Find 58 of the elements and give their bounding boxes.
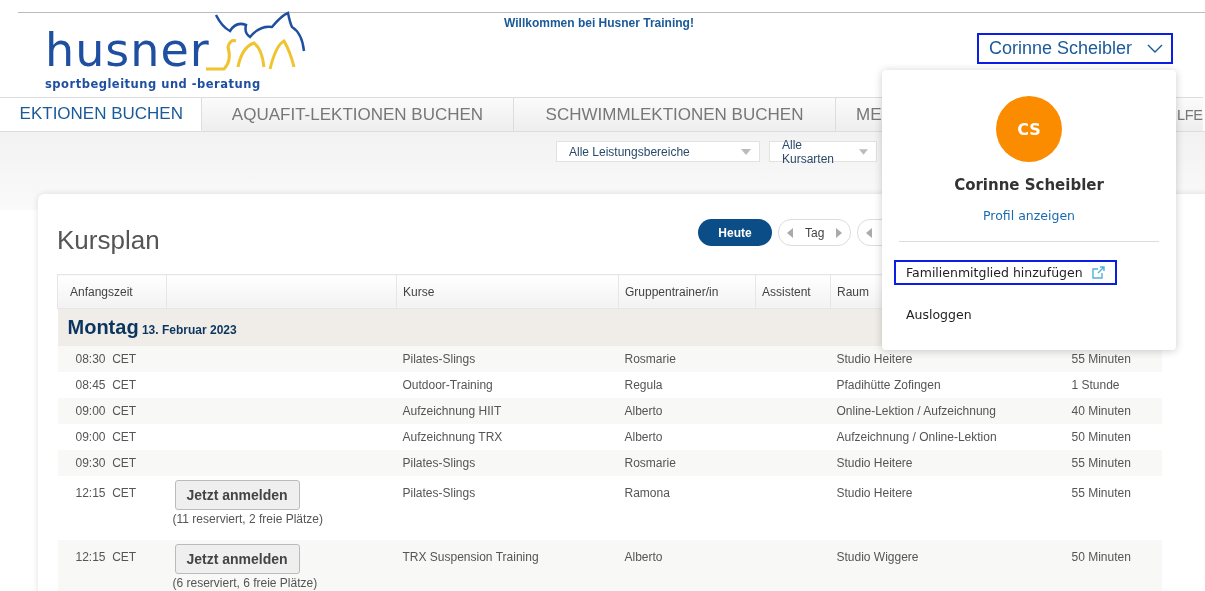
table-cell: 08:30 CET <box>57 346 167 372</box>
table-cell: TRX Suspension Training <box>396 540 619 591</box>
table-cell: 08:45 CET <box>57 372 167 398</box>
user-name: Corinne Scheibler <box>954 176 1104 194</box>
column-header: Gruppentrainer/in <box>618 274 756 309</box>
page-title: Kursplan <box>57 224 160 256</box>
table-cell: Aufzeichnung HIIT <box>396 398 619 424</box>
table-cell: 12:15 CET <box>57 540 167 591</box>
availability-note: (11 reserviert, 2 freie Plätze) <box>172 512 324 526</box>
table-cell: Pilates-Slings <box>396 450 619 476</box>
table-cell: Aufzeichnung TRX <box>396 424 619 450</box>
table-cell: Aufzeichnung / Online-Lektion <box>830 424 1066 450</box>
column-header: Anfangszeit <box>57 274 167 309</box>
user-menu-button[interactable]: Corinne Scheibler <box>977 33 1173 64</box>
nav-tab[interactable]: SCHWIMMLEKTIONEN BUCHEN <box>514 97 836 131</box>
logo-tagline: sportbegleitung und -beratung <box>45 77 262 91</box>
table-cell: 40 Minuten <box>1065 398 1162 424</box>
table-cell: Online-Lektion / Aufzeichnung <box>830 398 1066 424</box>
today-button[interactable]: Heute <box>698 219 772 246</box>
menu-item[interactable]: Familienmitglied hinzufügen <box>894 260 1117 285</box>
table-cell: Ramona <box>618 476 756 540</box>
column-header: Assistent <box>755 274 831 309</box>
nav-tab[interactable]: LFE <box>1174 97 1203 131</box>
book-button[interactable]: Jetzt anmelden <box>174 544 300 574</box>
table-cell: Studio Heitere <box>830 476 1066 540</box>
nav-tab[interactable]: AQUAFIT-LEKTIONEN BUCHEN <box>202 97 514 131</box>
table-cell: 12:15 CET <box>57 476 167 540</box>
table-cell: Regula <box>618 372 756 398</box>
table-cell: Pilates-Slings <box>396 346 619 372</box>
nav-tab[interactable]: EKTIONEN BUCHEN <box>0 97 202 131</box>
table-cell: 50 Minuten <box>1065 424 1162 450</box>
table-cell: Alberto <box>618 398 756 424</box>
table-cell: Studio Wiggere <box>830 540 1066 591</box>
table-cell: 55 Minuten <box>1065 476 1162 540</box>
table-cell: Outdoor-Training <box>396 372 619 398</box>
table-cell: Rosmarie <box>618 346 756 372</box>
table-cell: 09:00 CET <box>57 398 167 424</box>
availability-note: (6 reserviert, 6 freie Plätze) <box>172 576 319 590</box>
filter-select[interactable]: Alle Kursarten <box>769 141 877 162</box>
profile-link[interactable]: Profil anzeigen <box>983 208 1075 223</box>
table-cell: Pfadihütte Zofingen <box>830 372 1066 398</box>
book-button[interactable]: Jetzt anmelden <box>174 480 300 510</box>
table-cell: Pilates-Slings <box>396 476 619 540</box>
table-cell: Alberto <box>618 540 756 591</box>
welcome-text: Willkommen bei Husner Training! <box>504 16 694 30</box>
range-label[interactable]: Tag <box>805 225 825 240</box>
table-cell: 50 Minuten <box>1065 540 1162 591</box>
column-header: Kurse <box>396 274 619 309</box>
table-cell: 1 Stunde <box>1065 372 1162 398</box>
logo-wordmark: husner <box>45 27 210 73</box>
table-cell: Rosmarie <box>618 450 756 476</box>
table-cell: Studio Heitere <box>830 450 1066 476</box>
filter-select[interactable]: Alle Leistungsbereiche <box>556 141 760 162</box>
table-cell: 09:00 CET <box>57 424 167 450</box>
table-cell: 09:30 CET <box>57 450 167 476</box>
avatar: CS <box>996 96 1062 162</box>
table-cell: Alberto <box>618 424 756 450</box>
table-cell: 55 Minuten <box>1065 450 1162 476</box>
